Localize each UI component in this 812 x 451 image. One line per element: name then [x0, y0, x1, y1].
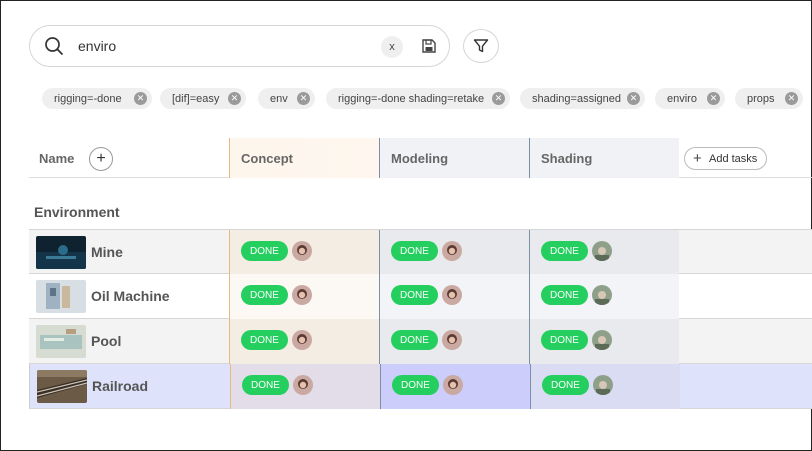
asset-name[interactable]: Pool [91, 333, 121, 349]
asset-thumbnail [37, 370, 87, 403]
filter-chip: enviro ✕ [655, 88, 725, 109]
status-badge[interactable]: DONE [541, 241, 588, 261]
filter-chip-label: [dif]=easy [172, 92, 220, 105]
filter-chip-label: env [270, 92, 288, 105]
avatar [442, 241, 462, 261]
asset-name-cell[interactable]: Oil Machine [29, 274, 229, 319]
name-header-label: Name [39, 150, 75, 166]
asset-name[interactable]: Railroad [92, 378, 148, 394]
status-badge[interactable]: DONE [541, 285, 588, 305]
filter-chip: shading=assigned ✕ [520, 88, 645, 109]
filter-chip: [dif]=easy ✕ [160, 88, 246, 109]
name-column-header[interactable]: Name [29, 138, 229, 178]
modeling-task-cell[interactable]: DONE [379, 230, 529, 275]
remove-filter-icon[interactable]: ✕ [228, 92, 241, 105]
filter-chip: rigging=-done shading=retake ✕ [326, 88, 510, 109]
filter-icon [473, 39, 489, 53]
status-badge[interactable]: DONE [542, 375, 589, 395]
status-badge[interactable]: DONE [391, 241, 438, 261]
filter-button[interactable] [463, 29, 499, 63]
avatar [293, 375, 313, 395]
asset-thumbnail [36, 280, 86, 313]
remove-filter-icon[interactable]: ✕ [297, 92, 310, 105]
add-tasks-button[interactable]: + Add tasks [684, 147, 768, 170]
concept-column-header[interactable]: Concept [229, 138, 379, 178]
clear-search-button[interactable]: x [381, 36, 403, 58]
table-row[interactable]: Oil Machine DONE DONE DONE [29, 274, 812, 319]
save-icon[interactable] [420, 37, 438, 55]
status-badge[interactable]: DONE [241, 241, 288, 261]
shading-column-header[interactable]: Shading [529, 138, 679, 178]
shading-task-cell[interactable]: DONE [530, 364, 680, 409]
column-header-label: Modeling [391, 150, 449, 166]
concept-task-cell[interactable]: DONE [229, 230, 379, 275]
filter-chip: env ✕ [258, 88, 315, 109]
avatar [292, 241, 312, 261]
asset-name-cell[interactable]: Mine [29, 230, 229, 275]
asset-name-cell[interactable]: Railroad [30, 364, 230, 409]
remove-filter-icon[interactable]: ✕ [785, 92, 798, 105]
search-input[interactable]: enviro [78, 38, 116, 54]
avatar [443, 375, 463, 395]
group-heading: Environment [34, 204, 120, 220]
search-icon [45, 37, 63, 55]
concept-task-cell[interactable]: DONE [229, 274, 379, 319]
concept-task-cell[interactable]: DONE [230, 364, 380, 409]
filter-chip-label: enviro [667, 92, 697, 105]
empty-task-cell [679, 274, 812, 319]
avatar [593, 375, 613, 395]
column-header-label: Concept [241, 150, 293, 166]
table-row[interactable]: Pool DONE DONE DONE [29, 319, 812, 364]
filter-chip-label: rigging=-done shading=retake [338, 92, 485, 105]
empty-task-cell [680, 364, 812, 409]
add-tasks-label: Add tasks [709, 152, 758, 165]
status-badge[interactable]: DONE [391, 330, 438, 350]
filter-chip-label: shading=assigned [532, 92, 621, 105]
shading-task-cell[interactable]: DONE [529, 230, 679, 275]
status-badge[interactable]: DONE [241, 285, 288, 305]
filter-chip-label: props [747, 92, 775, 105]
status-badge[interactable]: DONE [242, 375, 289, 395]
add-column-button[interactable]: + [89, 147, 113, 171]
filter-chip: rigging=-done ✕ [42, 88, 152, 109]
shading-task-cell[interactable]: DONE [529, 319, 679, 364]
shading-task-cell[interactable]: DONE [529, 274, 679, 319]
remove-filter-icon[interactable]: ✕ [707, 92, 720, 105]
asset-name-cell[interactable]: Pool [29, 319, 229, 364]
column-header-label: Shading [541, 150, 593, 166]
avatar [442, 285, 462, 305]
asset-thumbnail [36, 236, 86, 269]
concept-task-cell[interactable]: DONE [229, 319, 379, 364]
table-row-selected[interactable]: Railroad DONE DONE DONE [29, 364, 812, 409]
remove-filter-icon[interactable]: ✕ [134, 92, 147, 105]
avatar [592, 330, 612, 350]
avatar [292, 285, 312, 305]
status-badge[interactable]: DONE [241, 330, 288, 350]
status-badge[interactable]: DONE [392, 375, 439, 395]
modeling-column-header[interactable]: Modeling [379, 138, 529, 178]
table-header: Name + Concept Modeling Shading + Add ta… [29, 138, 812, 178]
remove-filter-icon[interactable]: ✕ [627, 92, 640, 105]
empty-task-cell [679, 319, 812, 364]
avatar [292, 330, 312, 350]
avatar [592, 285, 612, 305]
asset-name[interactable]: Mine [91, 244, 123, 260]
search-bar[interactable]: enviro x [29, 25, 450, 67]
table-row[interactable]: Mine DONE DONE DONE [29, 229, 812, 275]
asset-name[interactable]: Oil Machine [91, 288, 170, 304]
avatar [592, 241, 612, 261]
status-badge[interactable]: DONE [541, 330, 588, 350]
status-badge[interactable]: DONE [391, 285, 438, 305]
filter-chip: props ✕ [735, 88, 803, 109]
plus-icon: + [693, 150, 702, 167]
modeling-task-cell[interactable]: DONE [379, 319, 529, 364]
empty-task-cell [679, 230, 812, 275]
remove-filter-icon[interactable]: ✕ [492, 92, 505, 105]
avatar [442, 330, 462, 350]
modeling-task-cell[interactable]: DONE [379, 274, 529, 319]
modeling-task-cell[interactable]: DONE [380, 364, 530, 409]
filter-chip-label: rigging=-done [54, 92, 122, 105]
asset-thumbnail [36, 325, 86, 358]
